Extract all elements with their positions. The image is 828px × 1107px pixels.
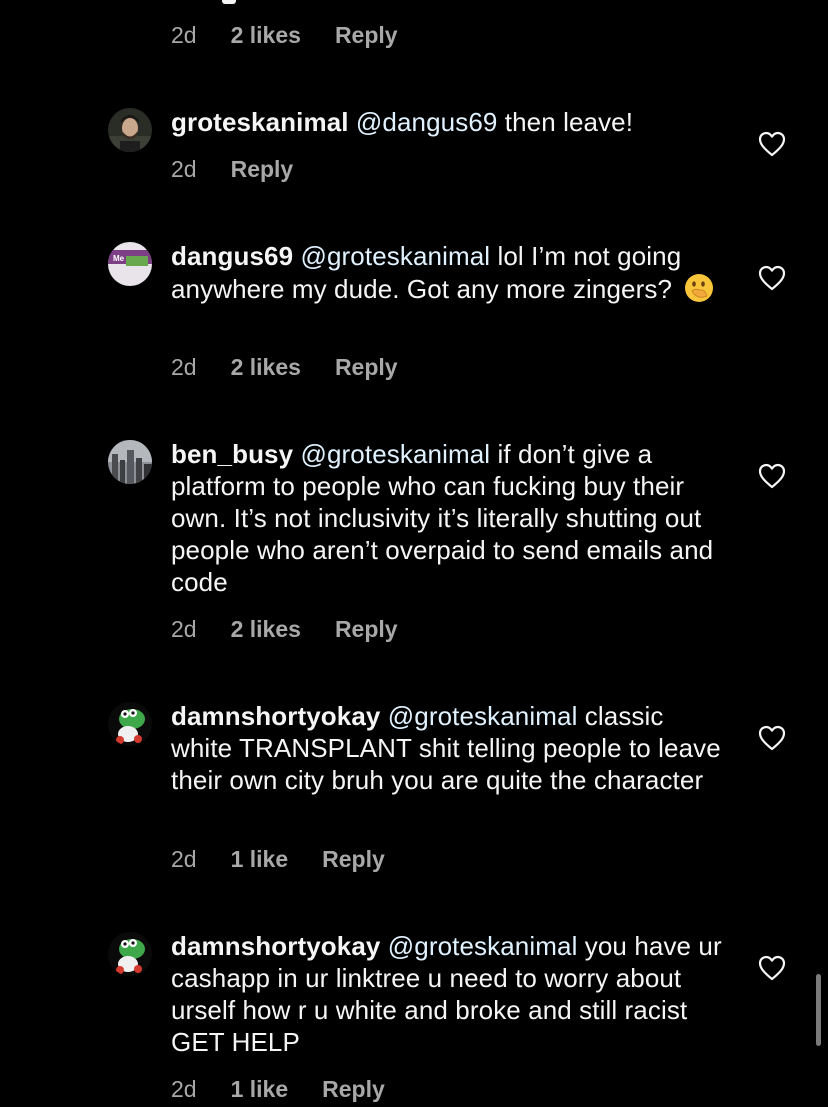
previous-comment-meta: 2d 2 likes Reply (171, 18, 398, 52)
comment-likes[interactable]: 1 like (231, 846, 289, 873)
heart-icon[interactable] (758, 725, 786, 751)
heart-icon[interactable] (758, 463, 786, 489)
comment-meta: 2d 1 like Reply (171, 1072, 385, 1106)
comment-meta: 2d 2 likes Reply (171, 350, 398, 384)
comment-meta: 2d 2 likes Reply (171, 612, 398, 646)
comment-text: damnshortyokay @groteskanimal you have u… (171, 930, 731, 1058)
comment-age: 2d (171, 21, 197, 48)
comment-username[interactable]: damnshortyokay (171, 931, 380, 961)
comment-text: damnshortyokay @groteskanimal classic wh… (171, 700, 731, 796)
heart-icon[interactable] (758, 955, 786, 981)
comment-text: groteskanimal @dangus69 then leave! (171, 106, 731, 138)
comment-mention[interactable]: @groteskanimal (301, 439, 491, 469)
comment-age: 2d (171, 1075, 197, 1102)
heart-icon[interactable] (758, 265, 786, 291)
comment-age: 2d (171, 155, 197, 182)
face-with-hand-over-mouth-icon (683, 272, 715, 311)
comment-meta: 2d 1 like Reply (171, 842, 385, 876)
reply-button[interactable]: Reply (231, 156, 294, 183)
comment-age: 2d (171, 353, 197, 380)
comment-likes[interactable]: 2 likes (231, 354, 301, 381)
scrollbar[interactable] (816, 974, 821, 1046)
comment-username[interactable]: groteskanimal (171, 107, 349, 137)
comment-meta: 2d Reply (171, 152, 293, 186)
reply-button[interactable]: Reply (322, 846, 385, 873)
comment-mention[interactable]: @groteskanimal (388, 701, 578, 731)
comment-text: ben_busy @groteskanimal if don’t give a … (171, 438, 731, 598)
comment-mention[interactable]: @groteskanimal (301, 241, 491, 271)
comment-username[interactable]: dangus69 (171, 241, 293, 271)
comment-text: dangus69 @groteskanimal lol I’m not goin… (171, 240, 731, 311)
cityscape-avatar[interactable] (108, 440, 152, 484)
reply-button[interactable]: Reply (335, 616, 398, 643)
comment-username[interactable]: damnshortyokay (171, 701, 380, 731)
person-avatar[interactable] (108, 108, 152, 152)
previous-comment-text-fragment (222, 0, 236, 4)
me-badge-avatar[interactable]: Me (108, 242, 152, 286)
yoshi-avatar[interactable] (108, 932, 152, 976)
yoshi-avatar[interactable] (108, 702, 152, 746)
reply-button[interactable]: Reply (335, 22, 398, 49)
comment-age: 2d (171, 845, 197, 872)
comment-mention[interactable]: @dangus69 (356, 107, 498, 137)
comment-likes[interactable]: 2 likes (231, 22, 301, 49)
comment-likes[interactable]: 2 likes (231, 616, 301, 643)
reply-button[interactable]: Reply (322, 1076, 385, 1103)
comment-body: then leave! (497, 107, 634, 137)
avatar-badge-text: Me (113, 254, 125, 263)
comment-age: 2d (171, 615, 197, 642)
comment-username[interactable]: ben_busy (171, 439, 293, 469)
heart-icon[interactable] (758, 131, 786, 157)
comment-mention[interactable]: @groteskanimal (388, 931, 578, 961)
comment-likes[interactable]: 1 like (231, 1076, 289, 1103)
reply-button[interactable]: Reply (335, 354, 398, 381)
